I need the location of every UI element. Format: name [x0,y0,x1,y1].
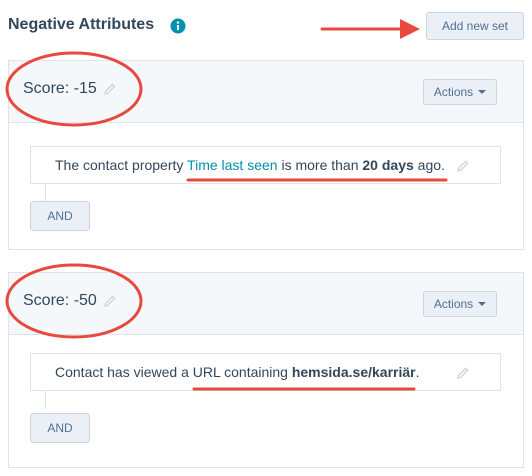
rule-value: 20 days [362,157,414,173]
pencil-icon[interactable] [456,366,470,380]
rule-prefix: Contact has viewed a [55,364,193,380]
actions-dropdown[interactable]: Actions [423,291,497,317]
rule-suffix: ago. [413,157,445,173]
pencil-icon[interactable] [103,294,117,308]
caret-down-icon [478,302,487,306]
and-button[interactable]: AND [30,201,90,231]
rule-text: The contact property Time last seen is m… [55,157,445,173]
info-icon[interactable] [170,18,186,34]
add-new-set-button[interactable]: Add new set [426,12,524,40]
score-label[interactable]: Score: -50 [23,292,117,310]
rule-middle: is more than [277,157,363,173]
pencil-icon[interactable] [456,159,470,173]
actions-label: Actions [433,297,474,311]
connector-line [45,391,46,409]
score-set-card: Score: -15 Actions The contact property … [8,60,524,250]
score-label[interactable]: Score: -15 [23,80,117,98]
pencil-icon[interactable] [103,82,117,96]
caret-down-icon [478,90,487,94]
rule-property-link[interactable]: Time last seen [187,157,278,173]
card-header: Score: -15 Actions [9,61,523,123]
score-set-card: Score: -50 Actions Contact has viewed a … [8,272,524,468]
rule-suffix: . [415,364,420,380]
rule-prefix: The contact property [55,157,188,173]
rule-value: hemsida.se/karriär [291,364,416,380]
rule-box[interactable]: Contact has viewed a URL containing hems… [30,353,501,391]
and-button[interactable]: AND [30,413,90,443]
connector-line [45,184,46,202]
rule-property: URL containing [192,364,292,380]
actions-label: Actions [433,85,474,99]
header: Negative Attributes Add new set [8,12,524,42]
rule-box[interactable]: The contact property Time last seen is m… [30,146,501,184]
rule-text: Contact has viewed a URL containing hems… [55,364,419,380]
actions-dropdown[interactable]: Actions [423,79,497,105]
score-text: Score: -50 [23,292,97,309]
score-text: Score: -15 [23,80,97,97]
page-title: Negative Attributes [8,16,155,33]
card-header: Score: -50 Actions [9,273,523,335]
